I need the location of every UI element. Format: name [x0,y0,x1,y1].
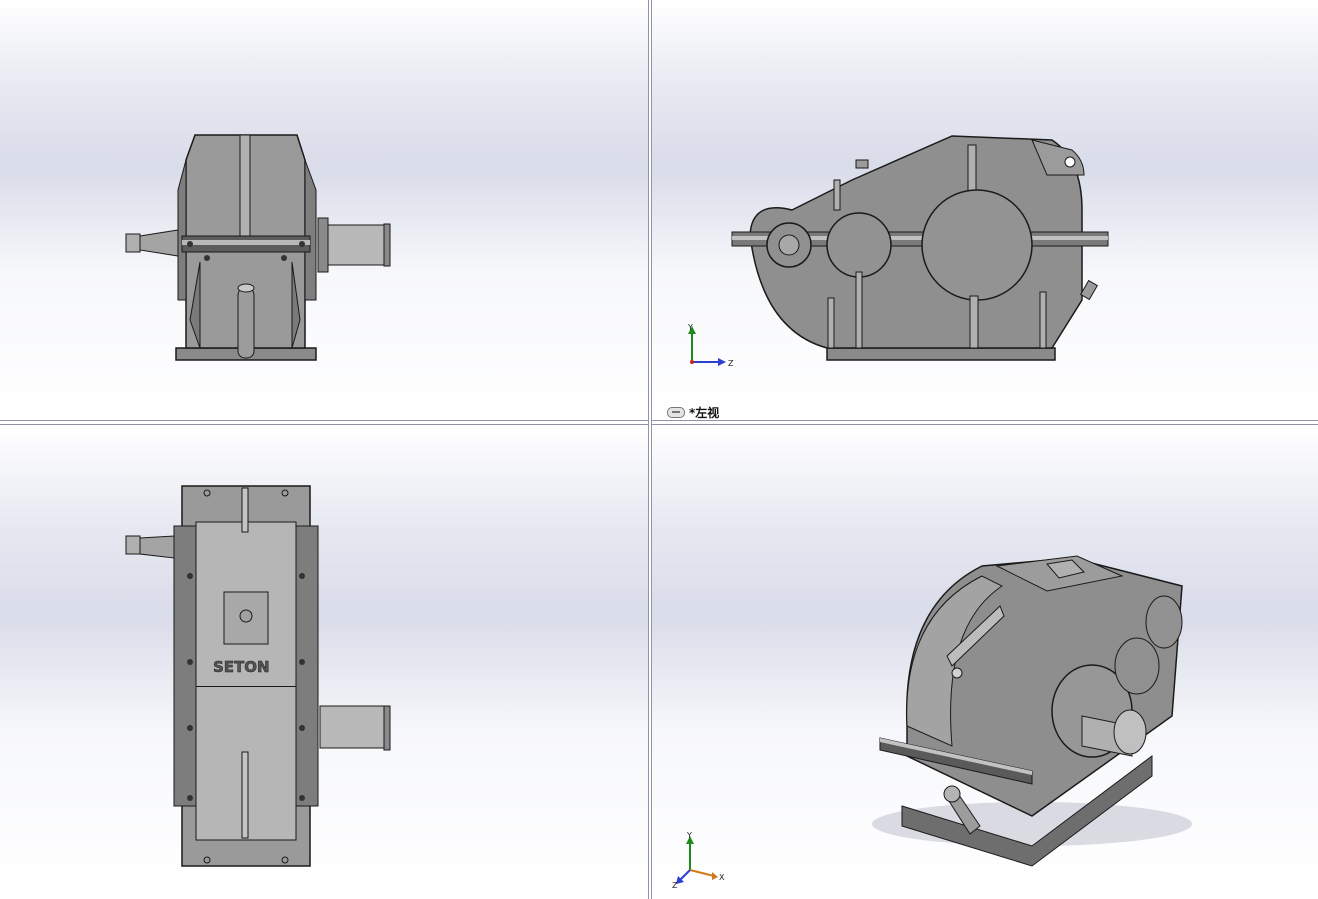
gearbox-front-view[interactable] [0,0,648,420]
viewport-front[interactable] [0,0,648,420]
viewport-top[interactable]: SETON [0,426,648,899]
viewport-left[interactable]: Y Z *左视 [652,0,1318,420]
horizontal-splitter[interactable] [0,420,1318,426]
gearbox-isometric-view[interactable] [652,426,1318,899]
link-icon [667,407,685,418]
vertical-splitter[interactable] [648,0,652,899]
view-name-label: *左视 [667,404,719,420]
view-name-text: *左视 [689,406,720,420]
axis-triad-icon: Y Z [687,323,734,368]
axis-z-label: Z [728,359,734,368]
brand-text: SETON [213,658,270,676]
axis-z-label: Z [672,881,678,890]
gearbox-top-view[interactable]: SETON [0,426,648,899]
axis-y-label: Y [687,323,693,332]
axis-x-label: X [719,873,725,882]
axis-triad-icon: Y X Z [672,831,725,890]
viewport-isometric[interactable]: Y X Z [652,426,1318,899]
axis-y-label: Y [686,831,692,840]
